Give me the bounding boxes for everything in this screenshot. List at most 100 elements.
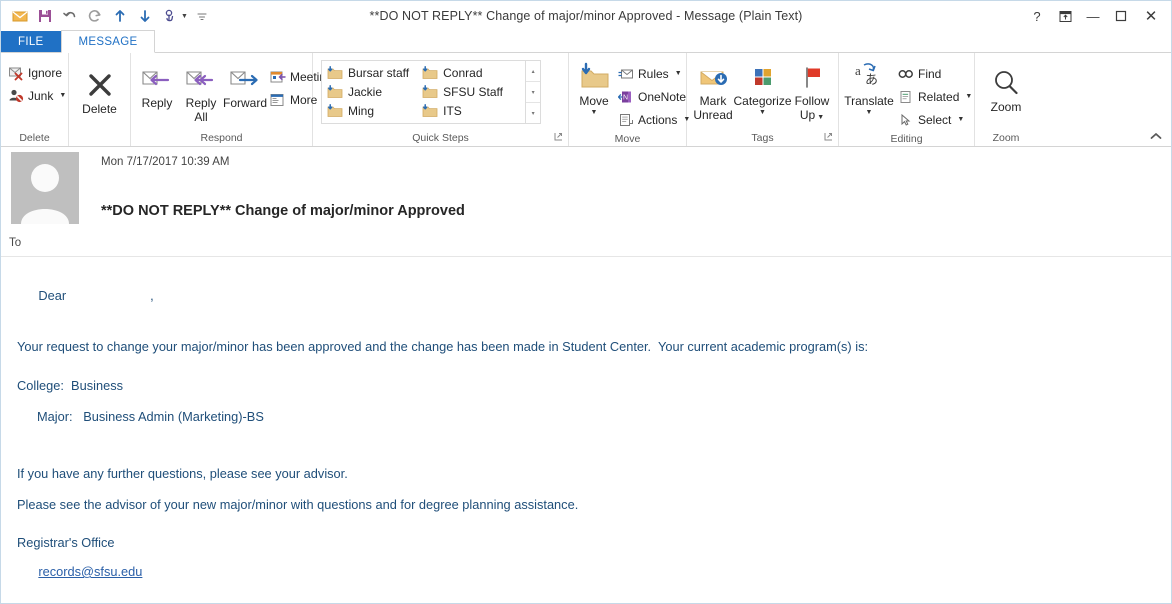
- onenote-label: OneNote: [638, 89, 687, 104]
- quick-steps-scroll-up-button[interactable]: ▴: [526, 61, 541, 82]
- move-button[interactable]: Move ▼: [573, 57, 615, 116]
- zoom-button[interactable]: Zoom: [983, 63, 1029, 114]
- mark-unread-button[interactable]: Mark Unread: [691, 57, 735, 122]
- quick-step-item[interactable]: Jackie: [322, 82, 417, 101]
- flag-icon: [797, 60, 827, 94]
- touch-mode-icon[interactable]: [159, 5, 181, 27]
- quick-step-item[interactable]: Conrad: [417, 63, 525, 82]
- ribbon-display-options-button[interactable]: [1051, 3, 1079, 29]
- quick-step-item[interactable]: Bursar staff: [322, 63, 417, 82]
- select-button[interactable]: Select ▼: [895, 108, 977, 131]
- ribbon-group-delete: Ignore Junk ▼ Delete: [1, 53, 69, 146]
- customize-qat-icon[interactable]: [191, 5, 213, 27]
- quick-steps-scroll-down-button[interactable]: ▾: [526, 82, 541, 103]
- rules-caret-icon[interactable]: ▼: [675, 70, 682, 77]
- mark-unread-label-line1: Mark: [699, 94, 727, 108]
- minimize-button[interactable]: —: [1079, 3, 1107, 29]
- message-subject: **DO NOT REPLY** Change of major/minor A…: [101, 203, 465, 219]
- body-paragraph-2: If you have any further questions, pleas…: [17, 465, 348, 481]
- find-label: Find: [918, 66, 942, 81]
- svg-text:N: N: [623, 94, 628, 101]
- ignore-label: Ignore: [28, 65, 63, 80]
- tab-message[interactable]: MESSAGE: [60, 30, 156, 53]
- svg-text:あ: あ: [865, 72, 878, 87]
- ribbon-group-editing: aあ Translate ▼ Find Related ▼ Select ▼ E…: [839, 53, 975, 146]
- onenote-button[interactable]: N OneNote: [615, 85, 695, 108]
- categorize-caret-icon[interactable]: ▼: [759, 109, 766, 116]
- quick-step-label: ITS: [443, 103, 462, 118]
- body-paragraph-1: Your request to change your major/minor …: [17, 339, 869, 355]
- ribbon-group-tags: Mark Unread Categorize ▼ Follow Up ▼ Tag…: [687, 53, 839, 146]
- reply-icon: [140, 62, 174, 96]
- group-label-tags: Tags: [687, 130, 838, 146]
- reply-all-button[interactable]: Reply All: [179, 59, 223, 124]
- quick-steps-dialog-launcher-icon[interactable]: [553, 132, 563, 142]
- delete-button[interactable]: Delete: [75, 65, 124, 116]
- maximize-button[interactable]: [1107, 3, 1135, 29]
- forward-button[interactable]: Forward: [223, 59, 267, 110]
- collapse-ribbon-button[interactable]: [1147, 128, 1165, 144]
- next-item-icon[interactable]: [134, 5, 156, 27]
- follow-up-label-line2-text: Up: [799, 108, 816, 122]
- select-label: Select: [918, 112, 952, 127]
- related-label: Related: [918, 89, 960, 104]
- related-button[interactable]: Related ▼: [895, 85, 977, 108]
- categorize-icon: [748, 60, 778, 94]
- actions-button[interactable]: Actions ▼: [615, 108, 695, 131]
- ribbon-group-delete-main: Delete: [69, 53, 131, 146]
- junk-button[interactable]: Junk ▼: [5, 84, 71, 107]
- quick-step-label: Bursar staff: [348, 65, 410, 80]
- body-major-line: Major: Business Admin (Marketing)-BS: [37, 408, 264, 424]
- quick-step-item[interactable]: ITS: [417, 101, 525, 120]
- follow-up-button[interactable]: Follow Up ▼: [790, 57, 834, 124]
- categorize-button[interactable]: Categorize ▼: [733, 57, 792, 116]
- related-caret-icon[interactable]: ▼: [965, 93, 972, 100]
- redo-icon[interactable]: [84, 5, 106, 27]
- quick-step-label: Ming: [348, 103, 375, 118]
- reply-button[interactable]: Reply: [135, 59, 179, 110]
- ignore-button[interactable]: Ignore: [5, 61, 71, 84]
- body-college-line: College: Business: [17, 378, 123, 394]
- rules-button[interactable]: Rules ▼: [615, 62, 695, 85]
- quick-steps-scrollbar[interactable]: ▴ ▾ ▾: [525, 61, 541, 123]
- mail-icon[interactable]: [9, 5, 31, 27]
- previous-item-icon[interactable]: [109, 5, 131, 27]
- message-header: Mon 7/17/2017 10:39 AM **DO NOT REPLY** …: [1, 147, 1171, 257]
- group-label-delete-spacer: [69, 130, 130, 146]
- mark-unread-label-line2: Unread: [693, 108, 733, 122]
- undo-icon[interactable]: [59, 5, 81, 27]
- follow-up-label-line1: Follow: [794, 94, 830, 108]
- find-button[interactable]: Find: [895, 62, 977, 85]
- zoom-label: Zoom: [990, 100, 1022, 114]
- tags-dialog-launcher-icon[interactable]: [823, 132, 833, 142]
- quick-step-label: Conrad: [443, 65, 483, 80]
- junk-caret-icon[interactable]: ▼: [59, 92, 66, 99]
- translate-button[interactable]: aあ Translate ▼: [843, 57, 895, 116]
- avatar: [11, 152, 79, 224]
- close-button[interactable]: ✕: [1135, 3, 1167, 29]
- signature-office: Registrar's Office: [17, 535, 115, 551]
- window-controls: ? — ✕: [1023, 1, 1167, 31]
- quick-steps-column-1: Bursar staff Jackie Ming: [322, 61, 417, 123]
- translate-caret-icon[interactable]: ▼: [866, 109, 873, 116]
- ribbon-group-quick-steps: Bursar staff Jackie Ming Conrad SFSU Sta…: [313, 53, 569, 146]
- ribbon-tab-strip: FILE MESSAGE: [1, 30, 1171, 53]
- help-button[interactable]: ?: [1023, 3, 1051, 29]
- quick-step-item[interactable]: Ming: [322, 101, 417, 120]
- tab-file[interactable]: FILE: [1, 31, 61, 53]
- message-body[interactable]: Dear, Your request to change your major/…: [1, 257, 1171, 603]
- quick-step-item[interactable]: SFSU Staff: [417, 82, 525, 101]
- signature-email-link[interactable]: records@sfsu.edu: [38, 564, 142, 579]
- select-caret-icon[interactable]: ▼: [957, 116, 964, 123]
- move-caret-icon[interactable]: ▼: [591, 109, 598, 116]
- outlook-message-window: ▼ **DO NOT REPLY** Change of major/minor…: [0, 0, 1172, 604]
- touch-mode-caret-icon[interactable]: ▼: [181, 13, 188, 20]
- quick-steps-more-button[interactable]: ▾: [526, 103, 540, 123]
- save-icon[interactable]: [34, 5, 56, 27]
- forward-label: Forward: [223, 96, 268, 110]
- magnifier-icon: [990, 66, 1022, 100]
- follow-up-label-line2: Up ▼: [800, 109, 824, 124]
- follow-up-caret-icon[interactable]: ▼: [817, 114, 824, 121]
- reply-all-label-line1: Reply: [185, 96, 217, 110]
- mark-unread-icon: [697, 60, 729, 94]
